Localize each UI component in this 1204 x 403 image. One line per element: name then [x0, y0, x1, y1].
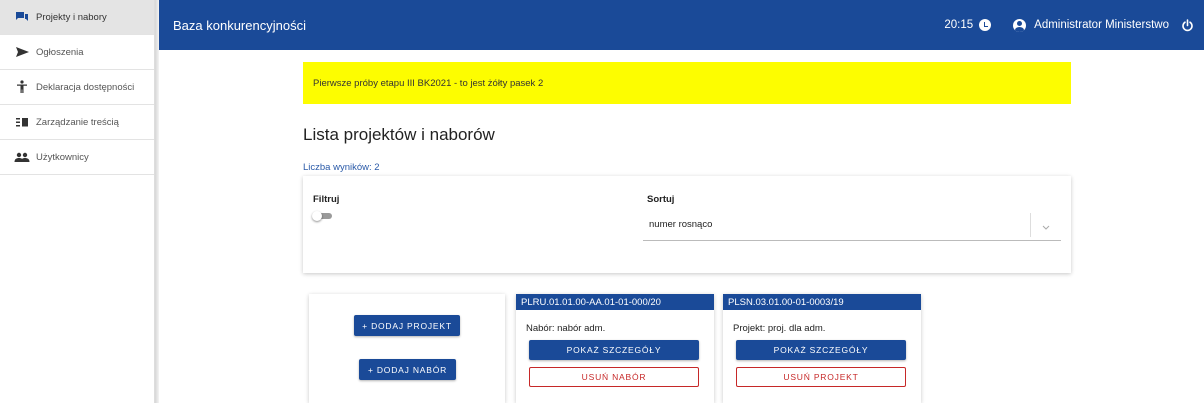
sidebar-item-label: Zarządzanie treścią	[36, 116, 119, 128]
show-details-button[interactable]: POKAŻ SZCZEGÓŁY	[529, 340, 699, 360]
sidebar-item-announcements[interactable]: Ogłoszenia	[0, 35, 154, 70]
add-project-button[interactable]: + DODAJ PROJEKT	[354, 315, 460, 336]
page-title: Lista projektów i naborów	[303, 125, 495, 144]
add-actions-card: + DODAJ PROJEKT + DODAJ NABÓR	[309, 294, 505, 403]
sidebar-item-label: Użytkownicy	[36, 151, 89, 163]
sort-label: Sortuj	[647, 194, 675, 205]
sidebar-item-accessibility[interactable]: Deklaracja dostępności	[0, 70, 154, 105]
header-right: 20:15 Administrator Ministerstwo	[944, 0, 1194, 50]
sidebar-shadow	[155, 0, 159, 403]
filter-label: Filtruj	[313, 194, 340, 205]
delete-project-button[interactable]: USUŃ PROJEKT	[736, 367, 906, 387]
sidebar-item-label: Ogłoszenia	[36, 46, 84, 58]
sort-selected-value: numer rosnąco	[649, 219, 713, 230]
delete-recruitment-button[interactable]: USUŃ NABÓR	[529, 367, 699, 387]
sidebar-item-projects[interactable]: Projekty i nabory	[0, 0, 154, 35]
card-description: Projekt: proj. dla adm.	[733, 323, 826, 334]
filter-sort-panel: Filtruj Sortuj numer rosnąco	[303, 176, 1071, 273]
clock-icon	[979, 19, 992, 31]
card-code: PLSN.03.01.00-01-0003/19	[723, 294, 921, 310]
banner-text: Pierwsze próby etapu III BK2021 - to jes…	[313, 77, 544, 89]
send-icon	[14, 45, 30, 59]
filter-toggle[interactable]	[312, 211, 332, 221]
sidebar-item-label: Deklaracja dostępności	[36, 81, 135, 93]
recruitment-card: PLRU.01.01.00-AA.01-01-000/20 Nabór: nab…	[516, 294, 714, 403]
add-recruitment-button[interactable]: + DODAJ NABÓR	[359, 359, 456, 380]
select-divider	[1030, 213, 1031, 237]
sidebar-item-users[interactable]: Użytkownicy	[0, 140, 154, 175]
user-name[interactable]: Administrator Ministerstwo	[1034, 19, 1169, 31]
project-card: PLSN.03.01.00-01-0003/19 Projekt: proj. …	[723, 294, 921, 403]
results-count: Liczba wyników: 2	[303, 162, 380, 173]
chevron-down-icon[interactable]	[1041, 219, 1051, 230]
chat-icon	[14, 10, 30, 24]
sort-select[interactable]: numer rosnąco	[643, 209, 1061, 241]
logout-icon[interactable]	[1181, 18, 1194, 32]
session-time: 20:15	[944, 19, 974, 31]
app-title: Baza konkurencyjności	[173, 17, 306, 33]
sidebar: Projekty i nabory Ogłoszenia Deklaracja …	[0, 0, 155, 403]
users-icon	[14, 150, 30, 164]
account-icon[interactable]	[1013, 18, 1027, 32]
card-code: PLRU.01.01.00-AA.01-01-000/20	[516, 294, 714, 310]
toggle-knob	[312, 211, 322, 221]
content-icon	[14, 115, 30, 129]
card-description: Nabór: nabór adm.	[526, 323, 606, 334]
sidebar-item-content[interactable]: Zarządzanie treścią	[0, 105, 154, 140]
accessibility-icon	[14, 80, 30, 94]
announcement-banner: Pierwsze próby etapu III BK2021 - to jes…	[303, 62, 1071, 104]
sidebar-item-label: Projekty i nabory	[36, 11, 107, 23]
top-app-bar: Baza konkurencyjności 20:15 Administrato…	[159, 0, 1204, 50]
show-details-button[interactable]: POKAŻ SZCZEGÓŁY	[736, 340, 906, 360]
